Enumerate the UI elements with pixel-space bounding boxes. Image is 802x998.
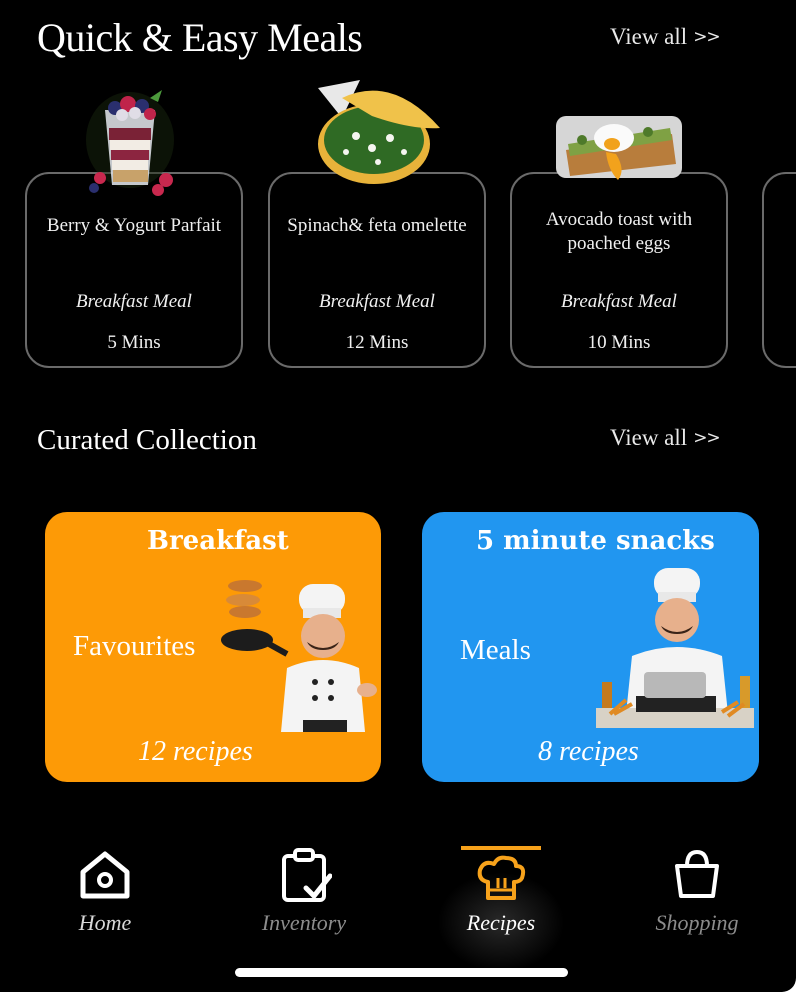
collection-card-5-minute-snacks[interactable]: 5 minute snacks Meals 8 recipes [422, 512, 759, 782]
chef-cooking-illustration [596, 568, 754, 728]
home-icon [80, 851, 130, 899]
meal-type: Breakfast Meal [561, 291, 677, 312]
collection-title: Breakfast [147, 526, 289, 556]
meal-type: Breakfast Meal [76, 291, 192, 312]
collection-subtitle: Meals [460, 634, 531, 666]
double-chevron-right-icon: >> [693, 27, 720, 47]
meal-type: Breakfast Meal [319, 291, 435, 312]
meal-card-berry-parfait[interactable]: Berry & Yogurt Parfait Breakfast Meal 5 … [25, 172, 243, 368]
collection-recipe-count: 8 recipes [538, 736, 639, 767]
meal-card-spinach-omelette[interactable]: Spinach& feta omelette Breakfast Meal 12… [268, 172, 486, 368]
collection-card-breakfast[interactable]: Breakfast Favourites 12 recipes [45, 512, 381, 782]
quick-meals-title: Quick & Easy Meals [37, 15, 363, 60]
tab-label: Inventory [261, 910, 347, 935]
view-all-curated-link[interactable]: View all >> [610, 425, 721, 451]
meal-time: 12 Mins [345, 332, 409, 353]
active-tab-indicator [461, 846, 541, 850]
meal-name: Spinach& feta omelette [287, 215, 467, 236]
collection-recipe-count: 12 recipes [138, 736, 253, 767]
tab-label: Shopping [655, 910, 739, 935]
collection-title: 5 minute snacks [476, 526, 715, 556]
meal-time: 10 Mins [587, 332, 651, 353]
meal-time: 5 Mins [107, 332, 161, 353]
double-chevron-right-icon: >> [693, 428, 720, 448]
chef-hat-icon [477, 855, 526, 900]
meal-card-avocado-toast[interactable]: Avocado toast with poached eggs Breakfas… [510, 172, 728, 368]
avocado-toast-image [556, 116, 682, 180]
tab-recipes[interactable]: Recipes [431, 842, 571, 972]
view-all-label: View all [610, 24, 688, 49]
shopping-bag-icon [675, 849, 719, 898]
view-all-label: View all [610, 425, 688, 450]
collection-subtitle: Favourites [73, 630, 196, 662]
tab-shopping[interactable]: Shopping [627, 842, 767, 942]
tab-label: Recipes [466, 910, 536, 935]
view-all-quick-meals-link[interactable]: View all >> [610, 24, 721, 50]
tab-inventory[interactable]: Inventory [234, 842, 374, 942]
recipes-screen: Quick & Easy Meals View all >> Berry & Yo… [0, 0, 796, 992]
parfait-image [86, 90, 174, 196]
tab-home[interactable]: Home [35, 842, 175, 942]
home-indicator-bar[interactable] [235, 968, 568, 977]
meal-name: Avocado toast with poached eggs [545, 209, 693, 254]
meal-card-partial[interactable] [762, 172, 796, 368]
omelette-image [318, 80, 440, 184]
tab-label: Home [78, 910, 132, 935]
chef-flipping-pancakes-illustration [221, 580, 377, 732]
clipboard-check-icon [282, 848, 332, 902]
meal-name: Berry & Yogurt Parfait [46, 215, 222, 236]
curated-collection-title: Curated Collection [37, 424, 257, 456]
